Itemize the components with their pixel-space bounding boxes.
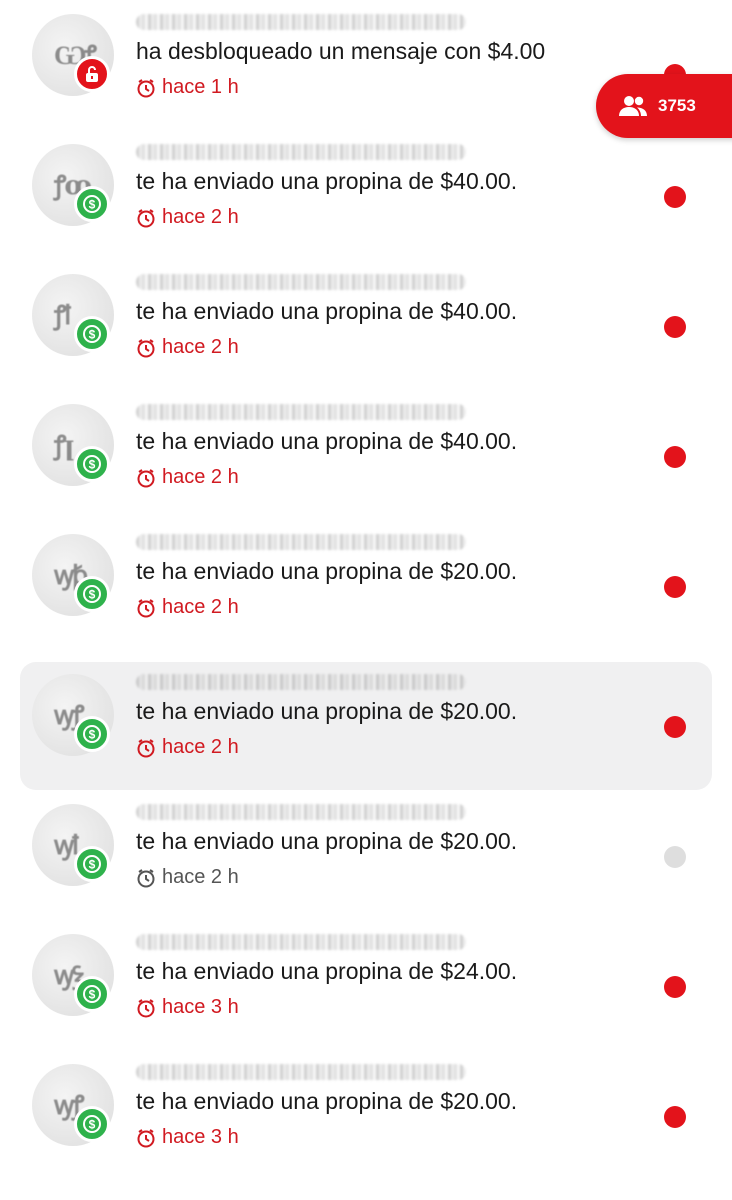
- dollar-icon: $: [74, 716, 110, 752]
- username-blurred[interactable]: [136, 404, 466, 420]
- notification-item-tip[interactable]: ꝭꝉ $ te ha enviado una propina de $40.00…: [20, 262, 712, 390]
- clock-icon: [137, 338, 155, 357]
- username-blurred[interactable]: [136, 144, 466, 160]
- notification-item-tip[interactable]: ꝭꝏ $ te ha enviado una propina de $40.00…: [20, 132, 712, 260]
- clock-icon: [137, 208, 155, 227]
- notification-item-tip[interactable]: ꝭꞁ $ te ha enviado una propina de $40.00…: [20, 392, 712, 520]
- dollar-icon: $: [74, 186, 110, 222]
- time-label: hace 2 h: [162, 206, 239, 228]
- unread-dot: [664, 1106, 686, 1128]
- lock-icon: [74, 56, 110, 92]
- notification-time: hace 1 h: [136, 76, 239, 99]
- online-count: 3753: [658, 96, 696, 115]
- username-blurred[interactable]: [136, 534, 466, 550]
- notification-time: hace 2 h: [136, 866, 239, 889]
- time-label: hace 2 h: [162, 866, 239, 888]
- notification-list: Ѡꝭ ha desbloqueado un mensaje con $4.00 …: [0, 0, 732, 1200]
- notification-time: hace 2 h: [136, 466, 239, 489]
- notification-message: te ha enviado una propina de $40.00.: [136, 428, 518, 454]
- online-users-button[interactable]: 3753: [596, 74, 732, 138]
- svg-text:$: $: [89, 328, 96, 342]
- notification-message: te ha enviado una propina de $24.00.: [136, 958, 518, 984]
- svg-text:$: $: [89, 588, 96, 602]
- clock-icon: [137, 78, 155, 97]
- notification-message: te ha enviado una propina de $40.00.: [136, 168, 518, 194]
- notification-item-tip[interactable]: ꝡꝥ $ te ha enviado una propina de $20.00…: [20, 522, 712, 650]
- svg-text:$: $: [89, 198, 96, 212]
- time-label: hace 2 h: [162, 466, 239, 488]
- dollar-icon: $: [74, 1106, 110, 1142]
- time-label: hace 1 h: [162, 76, 239, 98]
- username-blurred[interactable]: [136, 934, 466, 950]
- time-label: hace 3 h: [162, 996, 239, 1018]
- username-blurred[interactable]: [136, 14, 466, 30]
- username-blurred[interactable]: [136, 674, 466, 690]
- time-label: hace 2 h: [162, 336, 239, 358]
- svg-text:$: $: [89, 1118, 96, 1132]
- dollar-icon: $: [74, 846, 110, 882]
- clock-icon: [137, 598, 155, 617]
- notification-message: te ha enviado una propina de $40.00.: [136, 298, 518, 324]
- notification-message: ha desbloqueado un mensaje con $4.00: [136, 38, 546, 64]
- notification-message: te ha enviado una propina de $20.00.: [136, 698, 518, 724]
- clock-icon: [137, 868, 155, 887]
- notification-time: hace 2 h: [136, 736, 239, 759]
- notification-message: te ha enviado una propina de $20.00.: [136, 558, 518, 584]
- dollar-icon: $: [74, 446, 110, 482]
- notification-time: hace 2 h: [136, 206, 239, 229]
- unread-dot: [664, 186, 686, 208]
- svg-text:$: $: [89, 988, 96, 1002]
- notification-item-tip-read[interactable]: ꝡꝉ $ te ha enviado una propina de $20.00…: [20, 792, 712, 920]
- unread-dot: [664, 576, 686, 598]
- notification-item-tip[interactable]: ꝡꝣ $ te ha enviado una propina de $24.00…: [20, 922, 712, 1050]
- username-blurred[interactable]: [136, 1064, 466, 1080]
- clock-icon: [137, 738, 155, 757]
- notification-time: hace 3 h: [136, 1126, 239, 1149]
- unread-dot: [664, 716, 686, 738]
- unread-dot: [664, 976, 686, 998]
- clock-icon: [137, 998, 155, 1017]
- username-blurred[interactable]: [136, 274, 466, 290]
- notification-item-tip[interactable]: ꝡꝭ $ te ha enviado una propina de $20.00…: [20, 1052, 712, 1180]
- people-icon: [619, 96, 647, 116]
- read-dot: [664, 846, 686, 868]
- clock-icon: [137, 1128, 155, 1147]
- svg-text:$: $: [89, 858, 96, 872]
- notification-time: hace 2 h: [136, 336, 239, 359]
- notification-item-tip-highlighted[interactable]: ꝡꝭ $ te ha enviado una propina de $20.00…: [20, 662, 712, 790]
- dollar-icon: $: [74, 316, 110, 352]
- dollar-icon: $: [74, 576, 110, 612]
- notification-time: hace 2 h: [136, 596, 239, 619]
- notification-time: hace 3 h: [136, 996, 239, 1019]
- username-blurred[interactable]: [136, 804, 466, 820]
- notification-message: te ha enviado una propina de $20.00.: [136, 828, 518, 854]
- svg-text:$: $: [89, 458, 96, 472]
- time-label: hace 2 h: [162, 736, 239, 758]
- dollar-icon: $: [74, 976, 110, 1012]
- svg-text:$: $: [89, 728, 96, 742]
- unread-dot: [664, 316, 686, 338]
- unread-dot: [664, 446, 686, 468]
- time-label: hace 2 h: [162, 596, 239, 618]
- notification-message: te ha enviado una propina de $20.00.: [136, 1088, 518, 1114]
- time-label: hace 3 h: [162, 1126, 239, 1148]
- clock-icon: [137, 468, 155, 487]
